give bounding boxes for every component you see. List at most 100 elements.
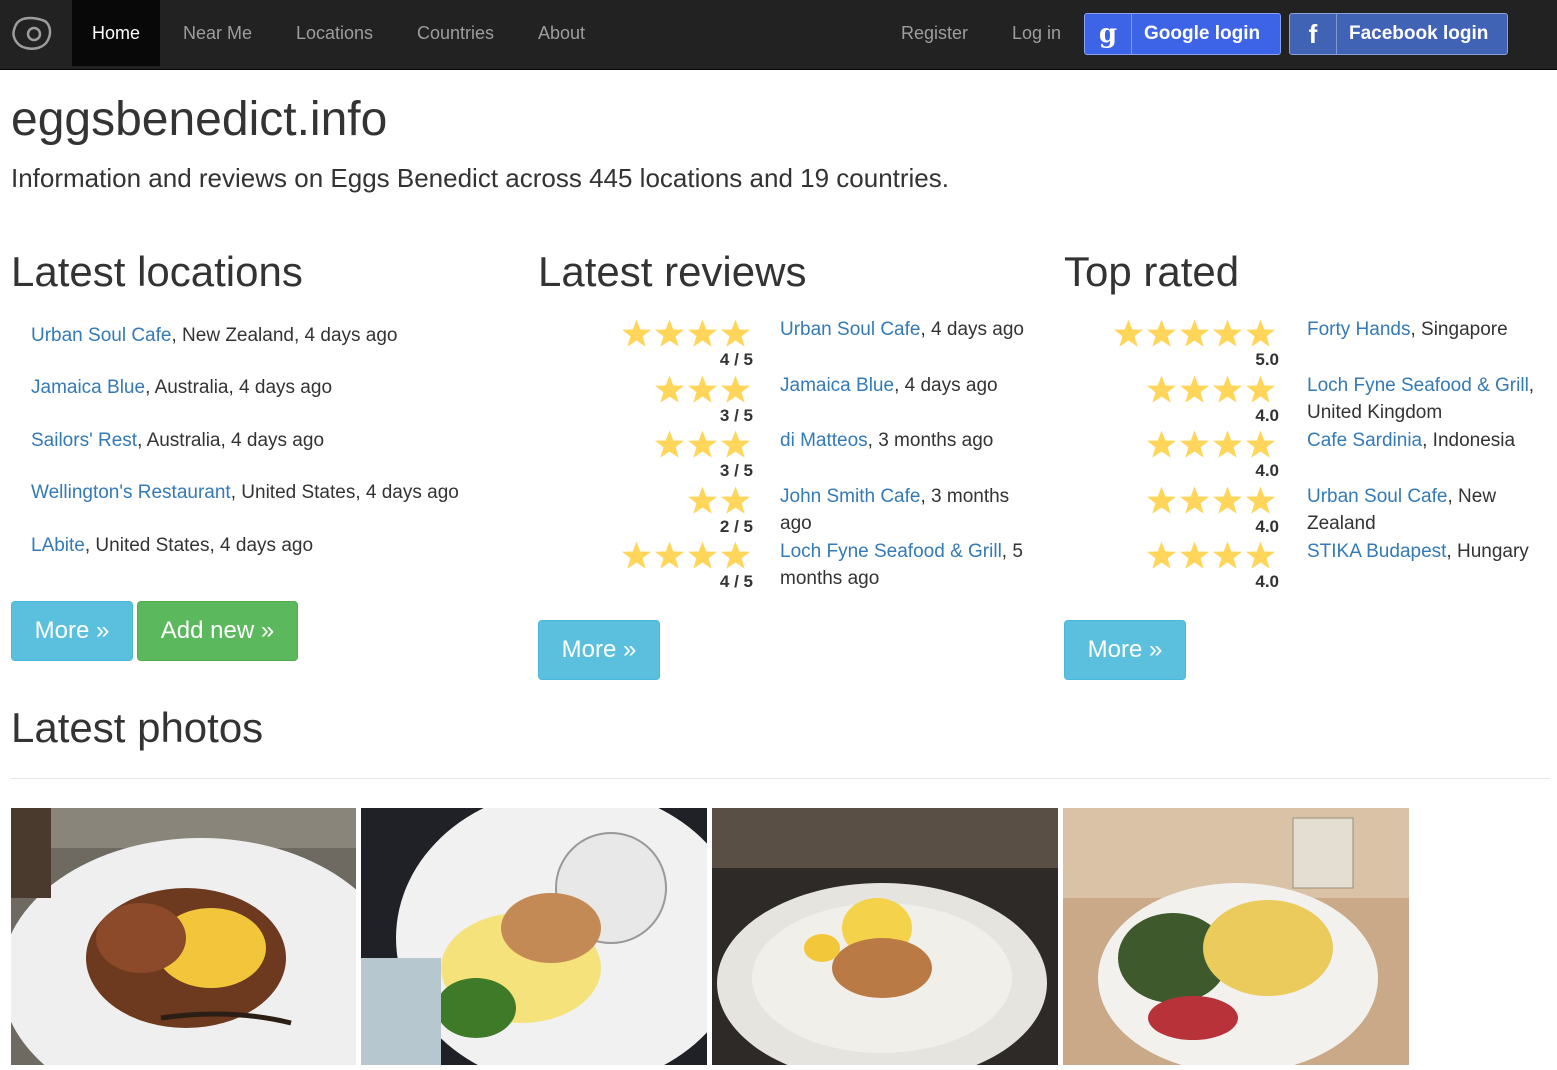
star-rating [1146, 429, 1276, 460]
location-link[interactable]: Urban Soul Cafe [780, 319, 920, 340]
star-icon [688, 430, 717, 458]
facebook-login-button[interactable]: f Facebook login [1289, 13, 1508, 55]
item-meta: , 4 days ago [894, 375, 998, 396]
star-icon [1147, 430, 1176, 458]
star-rating [621, 318, 751, 349]
location-link[interactable]: Jamaica Blue [31, 377, 145, 398]
star-icon [655, 430, 684, 458]
star-icon [1213, 319, 1242, 347]
rating-score: 4.0 [1255, 572, 1279, 591]
eggs-benedict-photo[interactable] [1063, 808, 1409, 1065]
rating-score: 4.0 [1255, 406, 1279, 425]
star-rating [1146, 374, 1276, 405]
facebook-icon: f [1290, 14, 1337, 54]
list-item: John Smith Cafe, 3 months ago [780, 483, 1030, 537]
list-item: Jamaica Blue, 4 days ago [780, 372, 1030, 399]
star-icon [655, 319, 684, 347]
top-rated-more-button[interactable]: More » [1064, 620, 1186, 680]
location-link[interactable]: Urban Soul Cafe [31, 325, 171, 346]
nav-register[interactable]: Register [881, 0, 988, 66]
star-icon [1180, 486, 1209, 514]
page-lead: Information and reviews on Eggs Benedict… [11, 163, 949, 193]
location-link[interactable]: LAbite [31, 535, 85, 556]
add-new-location-button[interactable]: Add new » [137, 601, 298, 661]
nav-countries[interactable]: Countries [397, 0, 514, 66]
rating-score: 4 / 5 [719, 350, 753, 369]
star-icon [655, 541, 684, 569]
list-item: Sailors' Rest, Australia, 4 days ago [31, 430, 324, 452]
list-item: Urban Soul Cafe, New Zealand [1307, 483, 1542, 537]
location-link[interactable]: Loch Fyne Seafood & Grill [1307, 375, 1529, 396]
location-meta: , United States, 4 days ago [230, 482, 459, 503]
google-icon: g [1085, 14, 1132, 54]
star-rating [654, 374, 751, 405]
list-item: di Matteos, 3 months ago [780, 427, 1030, 454]
star-icon [1213, 541, 1242, 569]
star-icon [1246, 541, 1275, 569]
star-icon [1180, 319, 1209, 347]
star-icon [1147, 541, 1176, 569]
star-icon [721, 486, 750, 514]
star-rating [1113, 318, 1276, 349]
location-meta: , Australia, 4 days ago [145, 377, 333, 398]
star-icon [1180, 375, 1209, 403]
location-link[interactable]: Urban Soul Cafe [1307, 486, 1447, 507]
rating-score: 4.0 [1255, 517, 1279, 536]
page-title: eggsbenedict.info [11, 93, 388, 146]
star-icon [688, 486, 717, 514]
item-meta: , Singapore [1410, 319, 1508, 340]
item-meta: , Indonesia [1422, 430, 1516, 451]
eggs-benedict-photo[interactable] [361, 808, 707, 1065]
location-link[interactable]: STIKA Budapest [1307, 541, 1446, 562]
list-item: Forty Hands, Singapore [1307, 316, 1542, 343]
egg-icon[interactable] [10, 12, 54, 56]
star-icon [1213, 375, 1242, 403]
eggs-benedict-photo[interactable] [11, 808, 356, 1065]
star-icon [688, 541, 717, 569]
item-meta: , 4 days ago [920, 319, 1024, 340]
list-item: Jamaica Blue, Australia, 4 days ago [31, 377, 332, 399]
rating-score: 5.0 [1255, 350, 1279, 369]
location-link[interactable]: Jamaica Blue [780, 375, 894, 396]
location-link[interactable]: Forty Hands [1307, 319, 1410, 340]
location-link[interactable]: Sailors' Rest [31, 430, 137, 451]
list-item: Loch Fyne Seafood & Grill, United Kingdo… [1307, 372, 1542, 426]
location-link[interactable]: Wellington's Restaurant [31, 482, 231, 503]
list-item: Cafe Sardinia, Indonesia [1307, 427, 1542, 454]
divider [11, 778, 1550, 779]
star-icon [1213, 486, 1242, 514]
location-meta: , Australia, 4 days ago [137, 430, 325, 451]
star-icon [1246, 319, 1275, 347]
nav-near-me[interactable]: Near Me [163, 0, 272, 66]
star-rating [1146, 485, 1276, 516]
star-icon [1246, 486, 1275, 514]
star-icon [1246, 430, 1275, 458]
google-login-button[interactable]: g Google login [1084, 13, 1281, 55]
location-link[interactable]: Cafe Sardinia [1307, 430, 1422, 451]
locations-more-button[interactable]: More » [11, 601, 133, 661]
eggs-benedict-photo[interactable] [712, 808, 1058, 1065]
list-item: Loch Fyne Seafood & Grill, 5 months ago [780, 538, 1030, 592]
star-rating [1146, 540, 1276, 571]
star-icon [622, 541, 651, 569]
top-navbar: Home Near Me Locations Countries About R… [0, 0, 1557, 70]
nav-about[interactable]: About [518, 0, 605, 66]
list-item: STIKA Budapest, Hungary [1307, 538, 1542, 565]
top-rated-heading: Top rated [1064, 248, 1240, 295]
location-link[interactable]: di Matteos [780, 430, 868, 451]
star-icon [1147, 486, 1176, 514]
star-icon [1246, 375, 1275, 403]
rating-score: 4.0 [1255, 461, 1279, 480]
nav-home[interactable]: Home [72, 0, 161, 66]
location-link[interactable]: Loch Fyne Seafood & Grill [780, 541, 1002, 562]
nav-locations[interactable]: Locations [276, 0, 393, 66]
reviews-more-button[interactable]: More » [538, 620, 660, 680]
list-item: Wellington's Restaurant, United States, … [31, 482, 459, 504]
list-item: LAbite, United States, 4 days ago [31, 535, 313, 557]
star-icon [721, 319, 750, 347]
location-link[interactable]: John Smith Cafe [780, 486, 920, 507]
nav-login[interactable]: Log in [992, 0, 1081, 66]
google-login-label: Google login [1144, 23, 1261, 44]
star-icon [622, 319, 651, 347]
item-meta: , Hungary [1446, 541, 1529, 562]
